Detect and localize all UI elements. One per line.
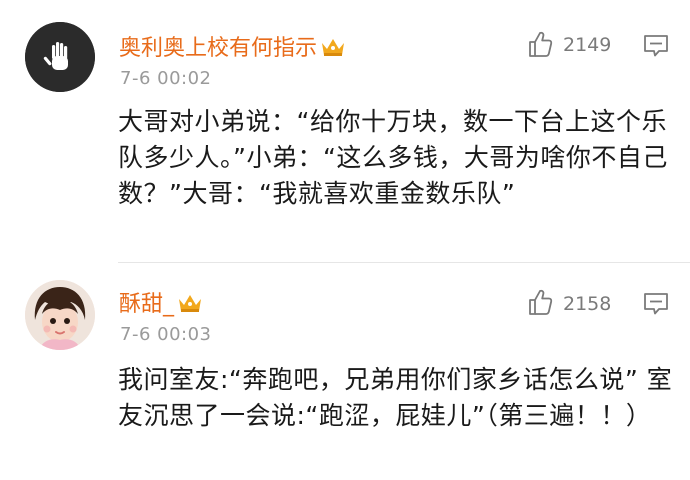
comment-item: 酥甜_ 7-6 00:03 2158 我问室友:“奔跑吧，兄弟用你们家乡话怎么说…	[0, 264, 690, 480]
comment-reply-icon[interactable]	[643, 34, 669, 58]
girl-avatar-icon	[25, 280, 95, 350]
crown-icon	[322, 39, 345, 56]
username[interactable]: 奥利奥上校有何指示	[119, 30, 346, 62]
crown-icon	[179, 295, 202, 312]
comment-time: 7-6 00:03	[120, 324, 212, 345]
like-count: 2158	[563, 293, 612, 315]
thumbs-up-icon[interactable]	[527, 288, 553, 316]
comment-item: 奥利奥上校有何指示 7-6 00:02 2149 大哥对小弟说：“给你十万块，数…	[0, 0, 690, 262]
comment-text: 大哥对小弟说：“给你十万块，数一下台上这个乐队多少人。”小弟：“这么多钱，大哥为…	[118, 107, 668, 208]
like-count: 2149	[563, 34, 612, 56]
username-text[interactable]: 奥利奥上校有何指示	[119, 36, 317, 61]
user-avatar[interactable]	[25, 22, 95, 92]
comment-text: 我问室友:“奔跑吧，兄弟用你们家乡话怎么说” 室友沉思了一会说:“跑涩，屁娃儿”…	[118, 365, 673, 430]
user-avatar[interactable]	[25, 280, 95, 350]
comment-time: 7-6 00:02	[120, 68, 212, 89]
username[interactable]: 酥甜_	[119, 286, 203, 318]
comment-reply-icon[interactable]	[643, 292, 669, 316]
divider	[118, 262, 690, 263]
hand-avatar-icon	[25, 22, 95, 92]
username-text[interactable]: 酥甜_	[119, 292, 174, 317]
thumbs-up-icon[interactable]	[527, 30, 553, 58]
